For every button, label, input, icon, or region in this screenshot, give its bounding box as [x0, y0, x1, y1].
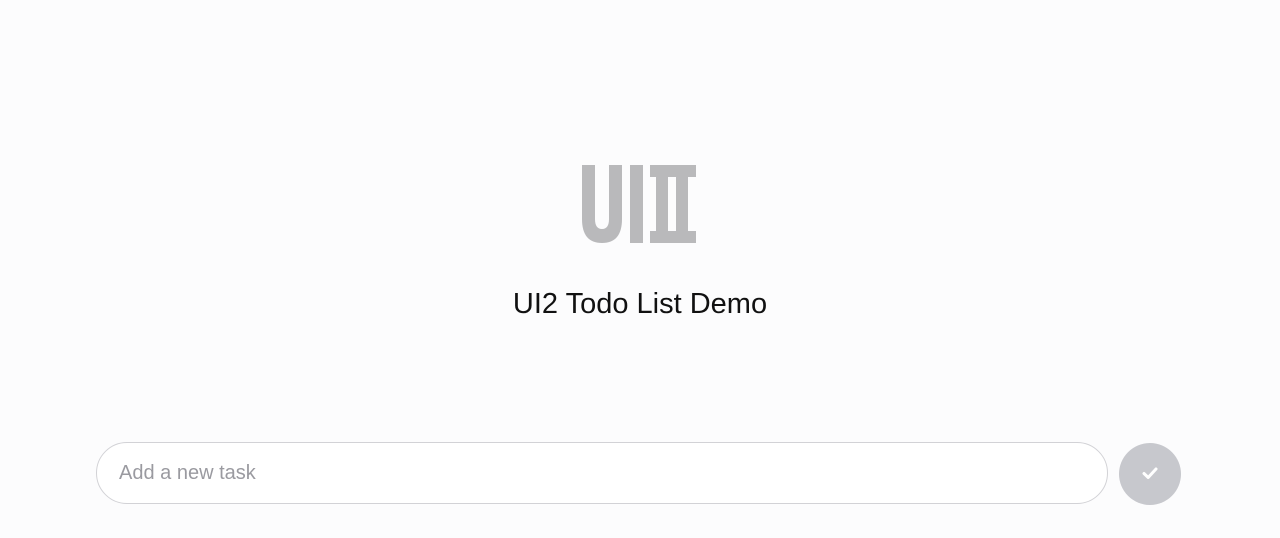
- page-title: UI2 Todo List Demo: [512, 288, 768, 320]
- todo-app: UI2 Todo List Demo: [0, 0, 1280, 538]
- new-task-input[interactable]: [96, 442, 1108, 504]
- add-task-button[interactable]: [1119, 443, 1181, 505]
- check-icon: [1139, 462, 1161, 487]
- ui2-logo-icon: [580, 163, 698, 245]
